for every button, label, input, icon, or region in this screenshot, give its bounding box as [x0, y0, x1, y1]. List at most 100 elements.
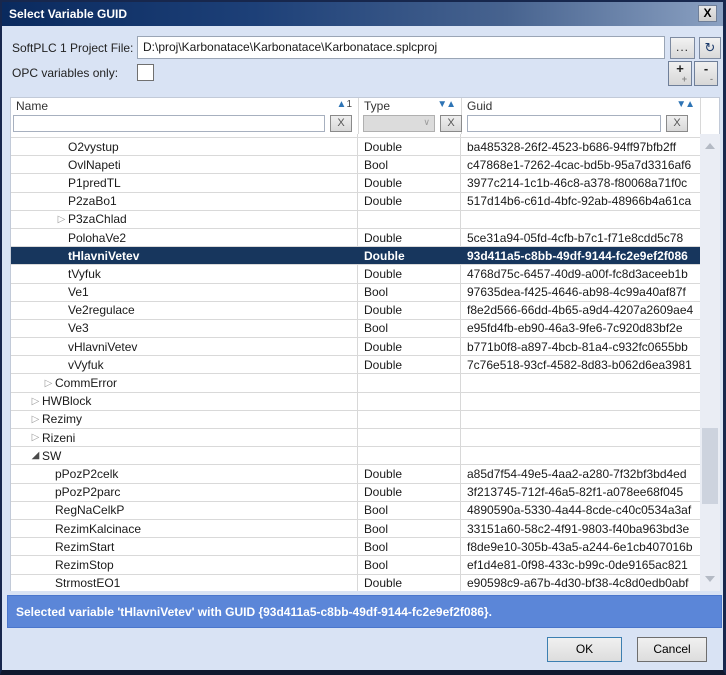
table-row[interactable]: ▷ Rezimy [11, 411, 700, 429]
row-type: Double [364, 303, 402, 317]
table-row[interactable]: RezimStop Bool ef1d4e81-0f98-433c-b99c-0… [11, 556, 700, 574]
table-row[interactable]: ▷ CommError [11, 374, 700, 392]
table-row[interactable]: RezimStart Bool f8de9e10-305b-43a5-a244-… [11, 538, 700, 556]
row-type: Bool [364, 558, 388, 572]
browse-button[interactable]: ... [670, 37, 695, 59]
row-name: P3zaChlad [68, 212, 127, 226]
table-row[interactable]: tVyfuk Double 4768d75c-6457-40d9-a00f-fc… [11, 265, 700, 283]
scrollbar-thumb[interactable] [702, 428, 718, 504]
status-bar: Selected variable 'tHlavniVetev' with GU… [7, 595, 722, 628]
row-type: Bool [364, 321, 388, 335]
opc-only-checkbox[interactable] [137, 64, 154, 81]
close-button[interactable]: X [698, 5, 717, 22]
expander-icon[interactable]: ▷ [29, 414, 42, 425]
row-name: vHlavniVetev [68, 340, 137, 354]
refresh-button[interactable]: ↻ [699, 37, 721, 59]
sort-asc-icon: ▲ [685, 99, 694, 110]
row-name: SW [42, 449, 61, 463]
cancel-button[interactable]: Cancel [637, 637, 707, 662]
column-header-name[interactable]: Name ▲1 [11, 98, 358, 114]
row-guid: ef1d4e81-0f98-433c-b99c-0de9165ac821 [467, 558, 688, 572]
column-header-type[interactable]: Type ▼▲ [358, 98, 461, 114]
table-row[interactable]: OvlNapeti Bool c47868e1-7262-4cac-bd5b-9… [11, 156, 700, 174]
table-row[interactable]: StrmostEO1 Double e90598c9-a67b-4d30-bf3… [11, 575, 700, 592]
type-filter-dropdown[interactable]: ∨ [363, 115, 435, 132]
row-guid: b771b0f8-a897-4bcb-81a4-c932fc0655bb [467, 340, 688, 354]
expander-icon[interactable]: ▷ [29, 432, 42, 443]
select-variable-guid-dialog: Select Variable GUID X SoftPLC 1 Project… [0, 0, 726, 675]
row-name: tVyfuk [68, 267, 101, 281]
opc-only-label: OPC variables only: [12, 66, 118, 80]
scroll-up-icon[interactable] [705, 143, 715, 149]
row-guid: 4768d75c-6457-40d9-a00f-fc8d3aceeb1b [467, 267, 688, 281]
sort-asc-icon: ▲ [446, 99, 455, 110]
expander-icon[interactable]: ▷ [42, 378, 55, 389]
collapse-all-button[interactable]: - - [694, 61, 718, 86]
row-name: RezimKalcinace [55, 522, 141, 536]
row-name: StrmostEO1 [55, 576, 120, 590]
row-type: Bool [364, 285, 388, 299]
row-type: Double [364, 358, 402, 372]
row-name: tHlavniVetev [68, 249, 139, 263]
row-guid: 3977c214-1c1b-46c8-a378-f80068a71f0c [467, 176, 687, 190]
table-row[interactable]: P1predTL Double 3977c214-1c1b-46c8-a378-… [11, 174, 700, 192]
row-guid: 7c76e518-93cf-4582-8d83-b062d6ea3981 [467, 358, 692, 372]
row-guid: f8e2d566-66dd-4b65-a9d4-4207a2609ae4 [467, 303, 693, 317]
ellipsis-icon: ... [676, 40, 689, 54]
row-type: Double [364, 485, 402, 499]
table-row[interactable]: ▷ Rizeni [11, 429, 700, 447]
expander-icon[interactable]: ▷ [29, 396, 42, 407]
table-row[interactable]: ◢ SW [11, 447, 700, 465]
name-filter-clear-button[interactable]: X [330, 115, 352, 132]
table-row[interactable]: PolohaVe2 Double 5ce31a94-05fd-4cfb-b7c1… [11, 229, 700, 247]
sort-asc-icon: ▲ [337, 99, 346, 110]
sort-priority: 1 [346, 99, 352, 110]
variable-grid: Name ▲1 Type ▼▲ Guid ▼▲ X ∨ X X [10, 97, 720, 591]
row-type: Double [364, 231, 402, 245]
row-type: Double [364, 467, 402, 481]
guid-filter-input[interactable] [467, 115, 661, 132]
status-text: Selected variable 'tHlavniVetev' with GU… [8, 605, 492, 619]
row-type: Bool [364, 158, 388, 172]
table-row[interactable]: Ve3 Bool e95fd4fb-eb90-46a3-9fe6-7c920d8… [11, 320, 700, 338]
table-row[interactable]: ▷ P3zaChlad [11, 211, 700, 229]
table-row[interactable]: vHlavniVetev Double b771b0f8-a897-4bcb-8… [11, 338, 700, 356]
row-type: Bool [364, 522, 388, 536]
table-row[interactable]: Ve1 Bool 97635dea-f425-4646-ab98-4c99a40… [11, 284, 700, 302]
row-guid: e95fd4fb-eb90-46a3-9fe6-7c920d83bf2e [467, 321, 683, 335]
grid-header: Name ▲1 Type ▼▲ Guid ▼▲ [11, 98, 700, 114]
column-label: Guid [467, 99, 492, 113]
row-name: Ve3 [68, 321, 89, 335]
column-label: Type [364, 99, 390, 113]
column-header-guid[interactable]: Guid ▼▲ [461, 98, 700, 114]
table-row[interactable]: pPozP2parc Double 3f213745-712f-46a5-82f… [11, 484, 700, 502]
table-row[interactable]: RegNaCelkP Bool 4890590a-5330-4a44-8cde-… [11, 502, 700, 520]
sort-desc-icon: ▼ [437, 99, 446, 110]
ok-button[interactable]: OK [547, 637, 622, 662]
table-row[interactable]: vVyfuk Double 7c76e518-93cf-4582-8d83-b0… [11, 356, 700, 374]
table-row[interactable]: P2zaBo1 Double 517d14b6-c61d-4bfc-92ab-4… [11, 193, 700, 211]
expander-icon[interactable]: ▷ [55, 214, 68, 225]
table-row[interactable]: O2vystup Double ba485328-26f2-4523-b686-… [11, 138, 700, 156]
type-filter-clear-button[interactable]: X [440, 115, 462, 132]
clear-icon: X [447, 117, 454, 129]
expand-all-button[interactable]: + + [668, 61, 692, 86]
guid-filter-clear-button[interactable]: X [666, 115, 688, 132]
table-row[interactable]: tHlavniVetev Double 93d411a5-c8bb-49df-9… [11, 247, 700, 265]
table-row[interactable]: ▷ HWBlock [11, 393, 700, 411]
vertical-scrollbar[interactable] [700, 134, 720, 591]
row-guid: ba485328-26f2-4523-b686-94ff97bfb2ff [467, 140, 676, 154]
table-row[interactable]: Ve2regulace Double f8e2d566-66dd-4b65-a9… [11, 302, 700, 320]
scroll-down-icon[interactable] [705, 576, 715, 582]
project-file-input[interactable]: D:\proj\Karbonatace\Karbonatace\Karbonat… [137, 36, 665, 59]
table-row[interactable]: pPozP2celk Double a85d7f54-49e5-4aa2-a28… [11, 465, 700, 483]
row-guid: 93d411a5-c8bb-49df-9144-fc2e9ef2f086 [467, 249, 688, 263]
row-type: Bool [364, 503, 388, 517]
title-bar[interactable]: Select Variable GUID X [2, 2, 723, 26]
row-name: HWBlock [42, 394, 91, 408]
cancel-label: Cancel [653, 642, 690, 656]
expander-icon[interactable]: ◢ [29, 450, 42, 461]
row-type: Double [364, 176, 402, 190]
table-row[interactable]: RezimKalcinace Bool 33151a60-58c2-4f91-9… [11, 520, 700, 538]
name-filter-input[interactable] [13, 115, 325, 132]
